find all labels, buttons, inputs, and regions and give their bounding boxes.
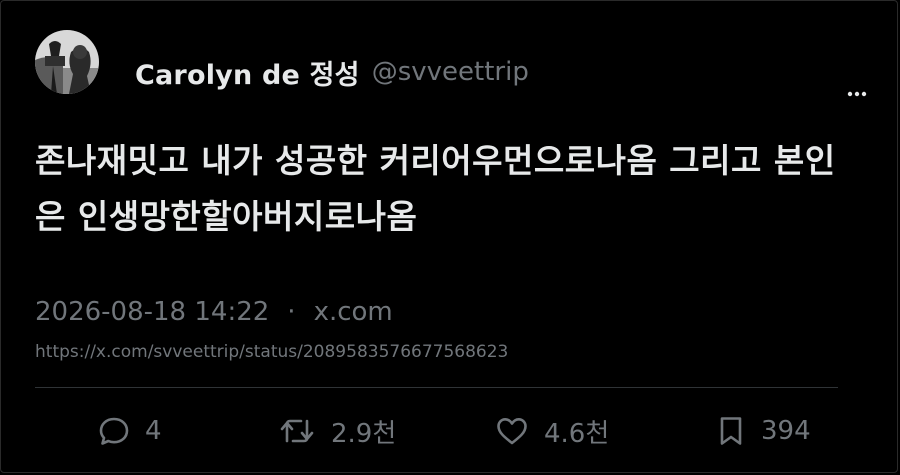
bookmark-button[interactable]: 394 <box>715 410 811 452</box>
user-handle[interactable]: @svveettrip <box>372 57 529 87</box>
repost-count: 2.9천 <box>331 418 397 449</box>
reply-icon <box>97 414 131 448</box>
meta-separator: · <box>287 297 296 327</box>
timestamp[interactable]: 2026-08-18 14:22 <box>35 297 269 327</box>
repost-icon <box>277 414 317 448</box>
bookmark-count: 394 <box>761 416 811 446</box>
like-button[interactable]: 4.6천 <box>494 410 609 452</box>
tweet-text: 존나재밋고 내가 성공한 커리어우먼으로나옴 그리고 본인은 인생망한할아버지로… <box>35 141 836 236</box>
divider <box>35 387 838 388</box>
author: Carolyn de 정성 @svveettrip <box>135 52 529 92</box>
reply-count: 4 <box>145 416 162 446</box>
bookmark-icon <box>715 414 747 448</box>
tweet-meta: 2026-08-18 14:22 · x.com <box>35 293 393 331</box>
tweet-url[interactable]: https://x.com/svveettrip/status/20895835… <box>35 342 508 362</box>
heart-icon <box>494 414 530 448</box>
avatar-photo <box>35 30 99 94</box>
action-bar: 4 2.9천 4.6천 394 <box>0 410 900 452</box>
repost-button[interactable]: 2.9천 <box>277 410 396 452</box>
avatar[interactable] <box>35 30 99 94</box>
display-name[interactable]: Carolyn de 정성 <box>135 53 360 92</box>
like-count: 4.6천 <box>544 418 610 449</box>
source-label[interactable]: x.com <box>314 297 393 327</box>
more-horizontal-icon[interactable] <box>842 86 872 102</box>
reply-button[interactable]: 4 <box>97 410 162 452</box>
